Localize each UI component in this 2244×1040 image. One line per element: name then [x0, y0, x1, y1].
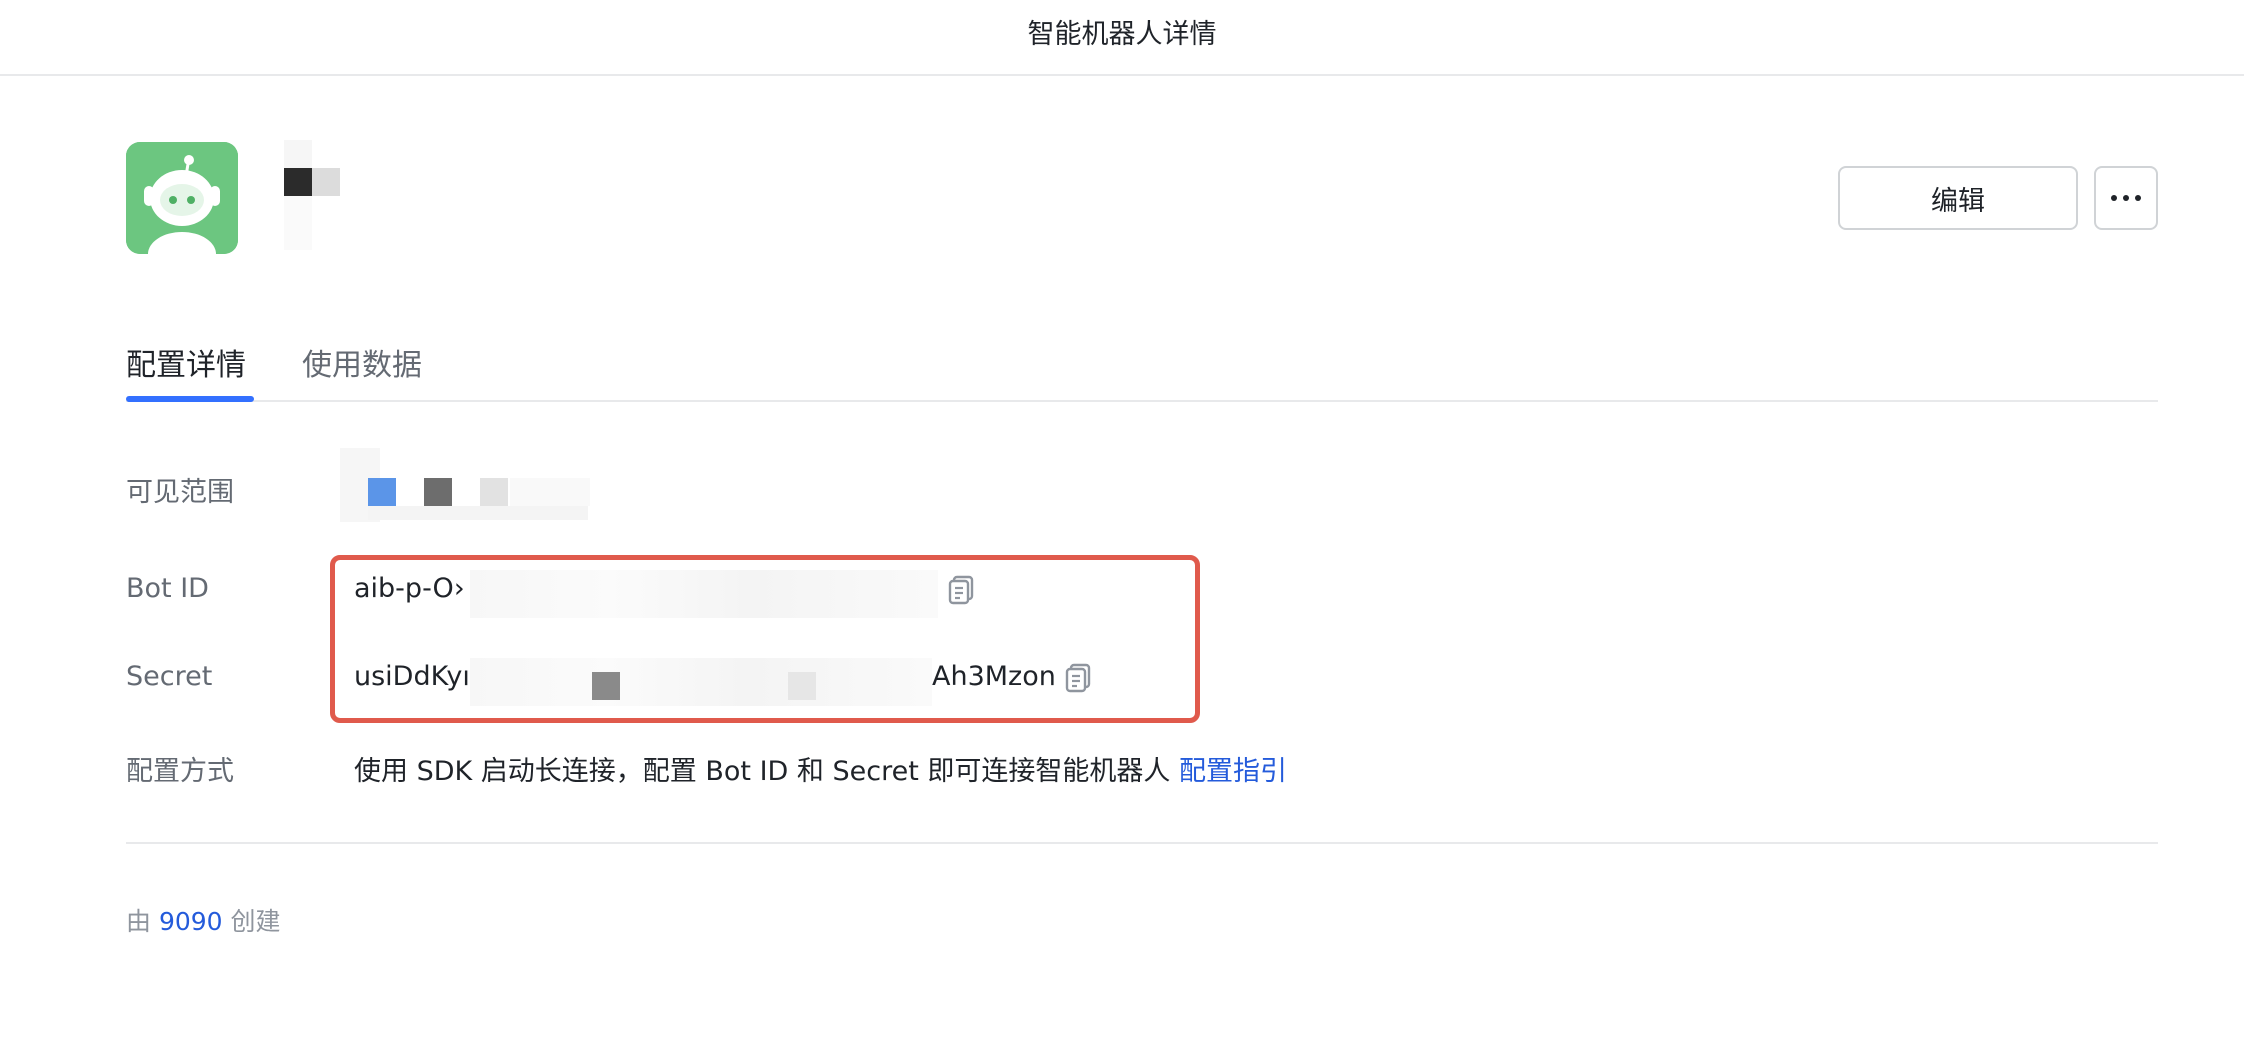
- visibility-value-redacted: [340, 448, 600, 522]
- edit-button[interactable]: 编辑: [1838, 166, 2078, 230]
- created-by-prefix: 由: [126, 907, 152, 936]
- created-by: 由 9090 创建: [126, 902, 281, 938]
- robot-avatar-icon: [126, 142, 238, 254]
- secret-label: Secret: [126, 661, 213, 692]
- more-button[interactable]: [2094, 166, 2158, 230]
- tab-usage-data[interactable]: 使用数据: [302, 340, 422, 384]
- active-tab-indicator: [126, 396, 254, 402]
- top-bar: 智能机器人详情: [0, 0, 2244, 76]
- config-method-value: 使用 SDK 启动长连接，配置 Bot ID 和 Secret 即可连接智能机器…: [354, 749, 1287, 788]
- bot-id-label: Bot ID: [126, 573, 209, 604]
- page-title: 智能机器人详情: [1027, 18, 1217, 50]
- created-by-suffix: 创建: [230, 907, 281, 936]
- more-dots-icon: [2111, 195, 2141, 201]
- config-method-label: 配置方式: [126, 756, 234, 787]
- tab-bar: 配置详情 使用数据: [126, 330, 2158, 402]
- tab-config-details[interactable]: 配置详情: [126, 340, 246, 384]
- creator-link[interactable]: 9090: [159, 907, 223, 936]
- bot-name-redacted: [284, 140, 354, 250]
- highlight-box: [330, 555, 1200, 723]
- config-guide-link[interactable]: 配置指引: [1179, 756, 1287, 787]
- config-method-description: 使用 SDK 启动长连接，配置 Bot ID 和 Secret 即可连接智能机器…: [354, 756, 1171, 787]
- section-divider: [126, 842, 2158, 844]
- visibility-label: 可见范围: [126, 477, 234, 508]
